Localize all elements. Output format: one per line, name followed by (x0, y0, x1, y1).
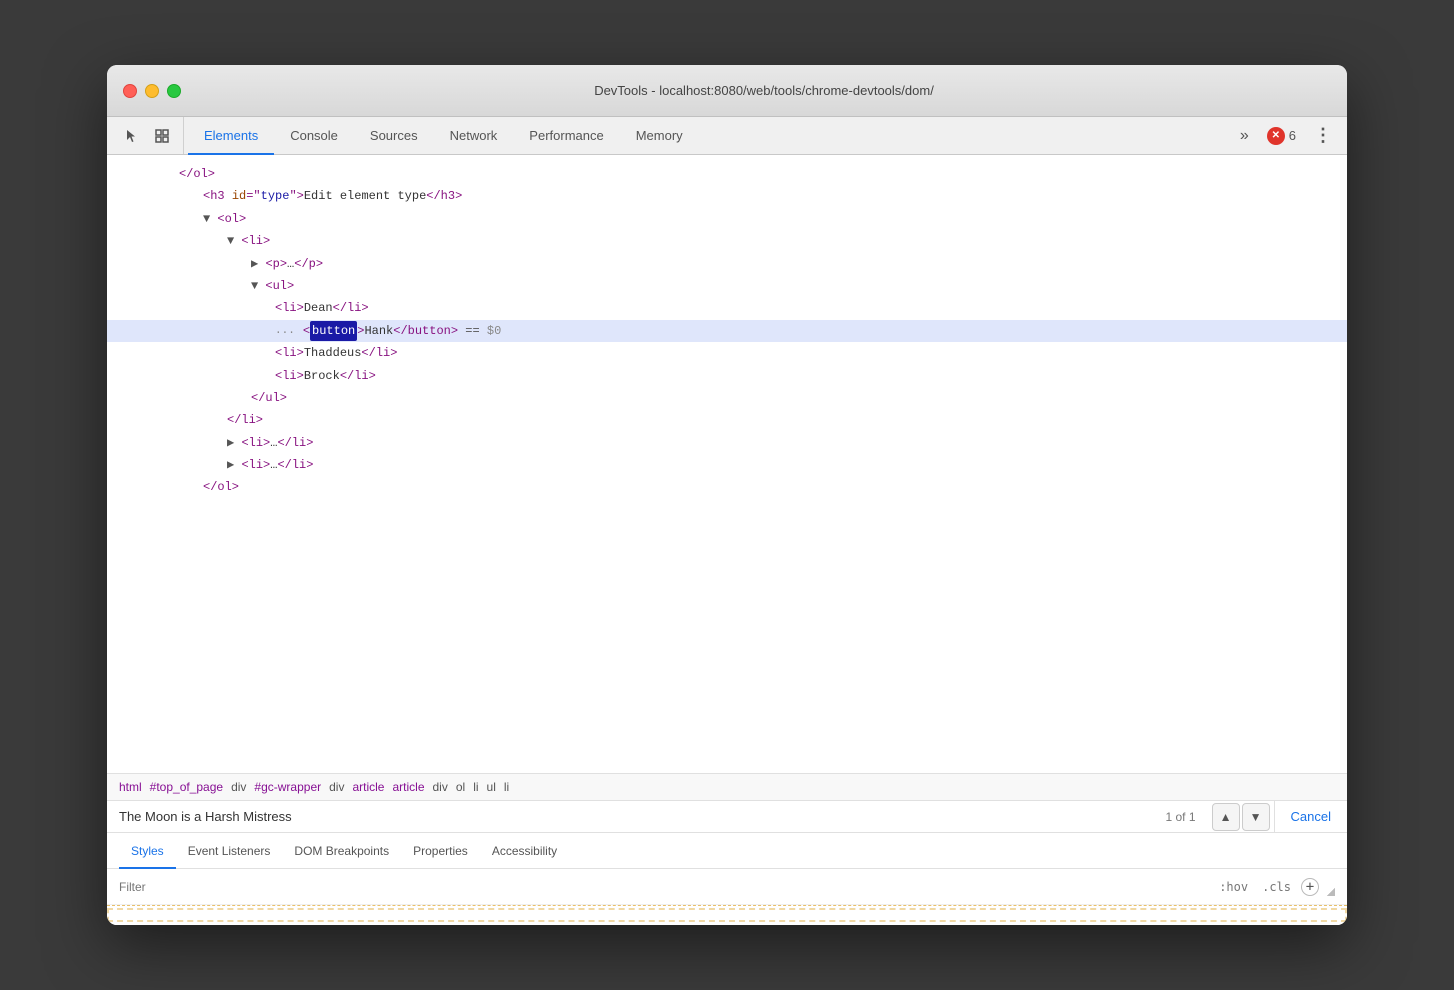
dom-line-p[interactable]: ▶ <p>…</p> (107, 253, 1347, 275)
devtools-menu-button[interactable]: ⋮ (1304, 117, 1343, 154)
breadcrumb-ul[interactable]: ul (487, 780, 496, 794)
arrow-ul[interactable]: ▼ (251, 276, 265, 296)
main-content: </ol> <h3 id="type">Edit element type</h… (107, 155, 1347, 925)
devtools-window: DevTools - localhost:8080/web/tools/chro… (107, 65, 1347, 925)
arrow-ol[interactable]: ▼ (203, 209, 217, 229)
cursor-tool-button[interactable] (119, 123, 145, 149)
filter-tools: :hov .cls + (1215, 878, 1335, 896)
maximize-button[interactable] (167, 84, 181, 98)
tag-highlight-button: button (310, 321, 357, 341)
dom-line-li-outer[interactable]: ▼ <li> (107, 230, 1347, 252)
hov-button[interactable]: :hov (1215, 878, 1252, 896)
tab-console[interactable]: Console (274, 118, 354, 155)
error-count-badge: ✕ (1267, 127, 1285, 145)
cls-button[interactable]: .cls (1258, 878, 1295, 896)
resize-handle[interactable] (1325, 886, 1335, 896)
tab-performance[interactable]: Performance (513, 118, 619, 155)
dom-line-h3[interactable]: <h3 id="type">Edit element type</h3> (107, 185, 1347, 207)
dom-line-ol-open[interactable]: ▼ <ol> (107, 208, 1347, 230)
filter-input[interactable] (119, 880, 1207, 894)
dots-indicator: ... (275, 322, 295, 341)
more-tabs-button[interactable]: » (1230, 117, 1259, 154)
dom-line-li-dean[interactable]: <li>Dean</li> (107, 297, 1347, 319)
lower-tab-accessibility[interactable]: Accessibility (480, 834, 569, 869)
tab-memory[interactable]: Memory (620, 118, 699, 155)
breadcrumb-article-1[interactable]: article (352, 780, 384, 794)
tab-network[interactable]: Network (434, 118, 514, 155)
bottom-area (107, 905, 1347, 925)
lower-tabbar: Styles Event Listeners DOM Breakpoints P… (107, 833, 1347, 869)
breadcrumb-div-3[interactable]: div (433, 780, 448, 794)
dom-line-button-hank[interactable]: ... <button>Hank</button> == $0 (107, 320, 1347, 342)
dom-line-li-collapsed-1[interactable]: ▶ <li>…</li> (107, 432, 1347, 454)
inspect-tool-button[interactable] (149, 123, 175, 149)
dom-line-li-close: </li> (107, 409, 1347, 431)
lower-tab-styles[interactable]: Styles (119, 834, 176, 869)
search-result-count: 1 of 1 (1154, 810, 1208, 824)
tabs-container: Elements Console Sources Network Perform… (188, 117, 1230, 154)
add-style-button[interactable]: + (1301, 878, 1319, 896)
arrow-li-collapsed-1[interactable]: ▶ (227, 433, 241, 453)
dom-line-li-brock[interactable]: <li>Brock</li> (107, 365, 1347, 387)
breadcrumb-li-1[interactable]: li (473, 780, 478, 794)
dom-line-ul[interactable]: ▼ <ul> (107, 275, 1347, 297)
minimize-button[interactable] (145, 84, 159, 98)
breadcrumb-ol[interactable]: ol (456, 780, 465, 794)
lower-tab-dom-breakpoints[interactable]: DOM Breakpoints (282, 834, 401, 869)
breadcrumb-top-of-page[interactable]: #top_of_page (150, 780, 223, 794)
tab-tools (111, 117, 184, 154)
dom-panel[interactable]: </ol> <h3 id="type">Edit element type</h… (107, 155, 1347, 773)
arrow-p[interactable]: ▶ (251, 254, 265, 274)
breadcrumb-div-1[interactable]: div (231, 780, 246, 794)
breadcrumb-div-2[interactable]: div (329, 780, 344, 794)
dom-line-li-collapsed-2[interactable]: ▶ <li>…</li> (107, 454, 1347, 476)
breadcrumb-article-2[interactable]: article (392, 780, 424, 794)
search-nav: ▲ ▼ (1208, 803, 1274, 831)
dom-line-ul-close: </ul> (107, 387, 1347, 409)
breadcrumb-bar: html #top_of_page div #gc-wrapper div ar… (107, 773, 1347, 801)
search-bar: 1 of 1 ▲ ▼ Cancel (107, 801, 1347, 833)
error-count-label: 6 (1289, 128, 1296, 143)
tab-sources[interactable]: Sources (354, 118, 434, 155)
close-button[interactable] (123, 84, 137, 98)
dom-line-li-thaddeus[interactable]: <li>Thaddeus</li> (107, 342, 1347, 364)
arrow-li-outer[interactable]: ▼ (227, 231, 241, 251)
dom-line-ol-close: </ol> (107, 163, 1347, 185)
error-badge-container[interactable]: ✕ 6 (1259, 117, 1304, 154)
arrow-li-collapsed-2[interactable]: ▶ (227, 455, 241, 475)
filter-bar: :hov .cls + (107, 869, 1347, 905)
lower-tab-event-listeners[interactable]: Event Listeners (176, 834, 283, 869)
breadcrumb-li-2[interactable]: li (504, 780, 509, 794)
search-input[interactable] (107, 801, 1154, 832)
tab-elements[interactable]: Elements (188, 118, 274, 155)
breadcrumb-gc-wrapper[interactable]: #gc-wrapper (254, 780, 321, 794)
search-prev-button[interactable]: ▲ (1212, 803, 1240, 831)
titlebar: DevTools - localhost:8080/web/tools/chro… (107, 65, 1347, 117)
main-tabbar: Elements Console Sources Network Perform… (107, 117, 1347, 155)
window-title: DevTools - localhost:8080/web/tools/chro… (197, 83, 1331, 98)
traffic-lights (123, 84, 181, 98)
search-cancel-button[interactable]: Cancel (1274, 801, 1347, 832)
breadcrumb-html[interactable]: html (119, 780, 142, 794)
search-next-button[interactable]: ▼ (1242, 803, 1270, 831)
dom-line-ol-close-2: </ol> (107, 476, 1347, 498)
lower-tab-properties[interactable]: Properties (401, 834, 480, 869)
